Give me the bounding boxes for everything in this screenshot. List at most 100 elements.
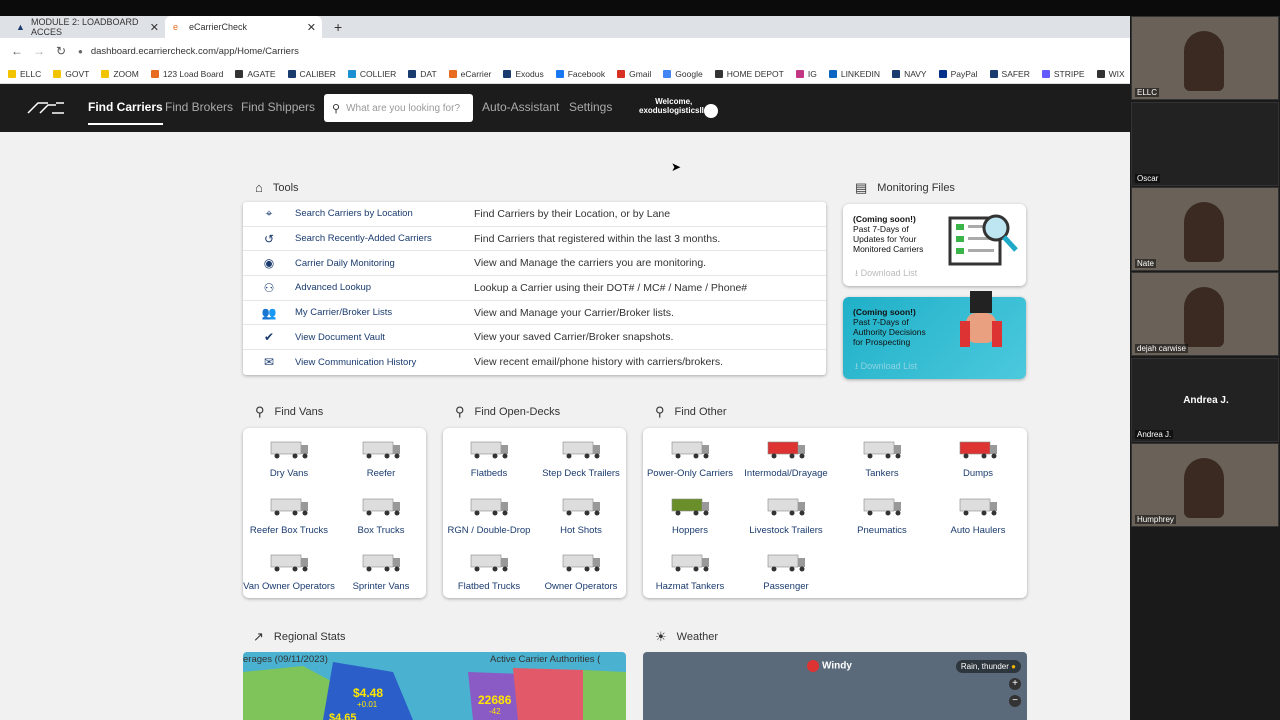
tool-link[interactable]: Search Recently-Added Carriers <box>295 233 474 244</box>
vehicle-tile[interactable]: Livestock Trailers <box>740 491 832 536</box>
forward-icon[interactable]: → <box>28 44 50 58</box>
search-input[interactable]: ⚲ What are you looking for? <box>324 94 473 122</box>
zoom-in-button[interactable]: + <box>1009 678 1021 690</box>
bookmark-item[interactable]: STRIPE <box>1041 69 1085 79</box>
vehicle-tile[interactable]: Step Deck Trailers <box>535 434 627 479</box>
bookmark-item[interactable]: COLLIER <box>347 69 396 79</box>
vehicle-tile[interactable]: Reefer <box>335 434 427 479</box>
heading-text: Find Vans <box>274 406 324 418</box>
browser-tab-ecarriercheck[interactable]: e eCarrierCheck ✕ <box>165 16 322 38</box>
participant-name: Oscar <box>1135 174 1161 183</box>
tool-link[interactable]: View Document Vault <box>295 332 474 343</box>
search-placeholder: What are you looking for? <box>346 102 461 114</box>
vehicle-tile[interactable]: Dumps <box>932 434 1024 479</box>
tool-row[interactable]: ⌖ Search Carriers by Location Find Carrier… <box>243 202 826 227</box>
bookmark-item[interactable]: ZOOM <box>101 69 139 79</box>
bookmark-item[interactable]: AGATE <box>235 69 276 79</box>
bookmark-item[interactable]: DAT <box>408 69 437 79</box>
vehicle-tile[interactable]: Reefer Box Trucks <box>243 491 335 536</box>
bookmark-item[interactable]: LINKEDIN <box>828 69 880 79</box>
other-grid: Power-Only Carriers Intermodal/Drayage Tan… <box>643 428 1027 598</box>
vehicle-tile[interactable]: Dry Vans <box>243 434 335 479</box>
vehicle-tile[interactable]: Hoppers <box>644 491 736 536</box>
truck-icon <box>959 498 997 515</box>
vehicle-tile[interactable]: Owner Operators <box>535 547 627 592</box>
back-icon[interactable]: ← <box>6 44 28 58</box>
tool-link[interactable]: Advanced Lookup <box>295 282 474 293</box>
tool-link[interactable]: My Carrier/Broker Lists <box>295 307 474 318</box>
bookmark-item[interactable]: GOVT <box>53 69 89 79</box>
close-tab-icon[interactable]: ✕ <box>150 21 159 34</box>
truck-icon <box>562 498 600 515</box>
vehicle-tile[interactable]: Passenger <box>740 547 832 592</box>
bookmark-item[interactable]: ELLC <box>8 69 41 79</box>
vehicle-tile[interactable]: Box Trucks <box>335 491 427 536</box>
vehicle-tile[interactable]: Auto Haulers <box>932 491 1024 536</box>
url-field[interactable]: dashboard.ecarriercheck.com/app/Home/Car… <box>91 46 299 57</box>
tool-row[interactable]: ✉ View Communication History View recent e… <box>243 350 826 375</box>
weather-map[interactable]: Windy Rain, thunder ● + − <box>643 652 1027 720</box>
participant-video[interactable]: ELLC <box>1131 16 1279 100</box>
new-tab-icon[interactable]: + <box>334 19 342 35</box>
bookmark-icon <box>235 69 244 78</box>
tool-link[interactable]: Search Carriers by Location <box>295 208 474 219</box>
vehicle-tile[interactable]: Power-Only Carriers <box>644 434 736 479</box>
bookmark-item[interactable]: Google <box>663 69 703 79</box>
vehicle-tile[interactable]: Hazmat Tankers <box>644 547 736 592</box>
ecc-logo[interactable] <box>26 99 66 117</box>
vehicle-tile[interactable]: Pneumatics <box>836 491 928 536</box>
download-list-button[interactable]: ⭳ Download List <box>855 361 917 371</box>
vehicle-tile[interactable]: Van Owner Operators <box>243 547 335 592</box>
participant-video[interactable]: Nate <box>1131 187 1279 271</box>
nav-find-carriers[interactable]: Find Carriers <box>88 100 163 125</box>
app-navbar: Find Carriers Find Brokers Find Shippers… <box>0 84 1130 132</box>
bookmark-item[interactable]: WIX <box>1096 69 1125 79</box>
monitoring-card-authority[interactable]: (Coming soon!) Past 7-Days of Authority … <box>843 291 1026 379</box>
bookmark-icon <box>617 69 626 78</box>
vehicle-tile[interactable]: Intermodal/Drayage <box>740 434 832 479</box>
participant-video[interactable]: Humphrey <box>1131 443 1279 527</box>
zoom-out-button[interactable]: − <box>1009 695 1021 707</box>
tool-link[interactable]: Carrier Daily Monitoring <box>295 258 474 269</box>
nav-find-brokers[interactable]: Find Brokers <box>165 100 233 114</box>
bookmark-item[interactable]: Gmail <box>617 69 651 79</box>
bookmark-item[interactable]: SAFER <box>989 69 1030 79</box>
participant-video[interactable]: Andrea J. Andrea J. <box>1131 358 1279 442</box>
monitoring-card-updates[interactable]: (Coming soon!) Past 7-Days of Updates fo… <box>843 204 1026 286</box>
participant-name: Andrea J. <box>1135 430 1174 439</box>
tool-row[interactable]: 👥 My Carrier/Broker Lists View and Manage … <box>243 301 826 326</box>
nav-auto-assistant[interactable]: Auto-Assistant <box>482 100 559 114</box>
vehicle-tile[interactable]: Hot Shots <box>535 491 627 536</box>
location-target-icon: ⌖ <box>265 206 273 221</box>
bookmark-item[interactable]: NAVY <box>892 69 927 79</box>
vehicle-tile[interactable]: Flatbeds <box>443 434 535 479</box>
regional-stats-map[interactable]: erages (09/11/2023) Active Carrier Autho… <box>243 652 626 720</box>
reload-icon[interactable]: ↻ <box>50 44 72 58</box>
bookmark-item[interactable]: Exodus <box>503 69 544 79</box>
bookmark-item[interactable]: Facebook <box>555 69 605 79</box>
participant-video[interactable]: dejah carwise <box>1131 272 1279 356</box>
vehicle-tile[interactable]: Sprinter Vans <box>335 547 427 592</box>
vehicle-tile[interactable]: RGN / Double-Drop <box>443 491 535 536</box>
tool-row[interactable]: ↺ Search Recently-Added Carriers Find Carr… <box>243 227 826 252</box>
nav-settings[interactable]: Settings <box>569 100 612 114</box>
tool-row[interactable]: ◉ Carrier Daily Monitoring View and Manage… <box>243 251 826 277</box>
bookmark-item[interactable]: HOME DEPOT <box>714 69 784 79</box>
nav-find-shippers[interactable]: Find Shippers <box>241 100 315 114</box>
bookmark-item[interactable]: PayPal <box>938 69 978 79</box>
tool-link[interactable]: View Communication History <box>295 357 474 368</box>
account-icon[interactable] <box>704 104 718 118</box>
download-list-button[interactable]: ⭳ Download List <box>855 268 917 278</box>
tool-row[interactable]: ⚇ Advanced Lookup Lookup a Carrier using t… <box>243 276 826 301</box>
tab-strip: ▲ MODULE 2: LOADBOARD ACCES ✕ e eCarrier… <box>0 16 1130 38</box>
vehicle-tile[interactable]: Tankers <box>836 434 928 479</box>
vehicle-tile[interactable]: Flatbed Trucks <box>443 547 535 592</box>
participant-video[interactable]: Oscar <box>1131 102 1279 186</box>
bookmark-item[interactable]: 123 Load Board <box>150 69 223 79</box>
bookmark-item[interactable]: eCarrier <box>448 69 491 79</box>
bookmark-item[interactable]: CALIBER <box>287 69 336 79</box>
close-tab-icon[interactable]: ✕ <box>307 21 316 34</box>
browser-tab-module2[interactable]: ▲ MODULE 2: LOADBOARD ACCES ✕ <box>8 16 165 38</box>
bookmark-item[interactable]: IG <box>795 69 817 79</box>
tool-row[interactable]: ✔ View Document Vault View your saved Carr… <box>243 325 826 351</box>
